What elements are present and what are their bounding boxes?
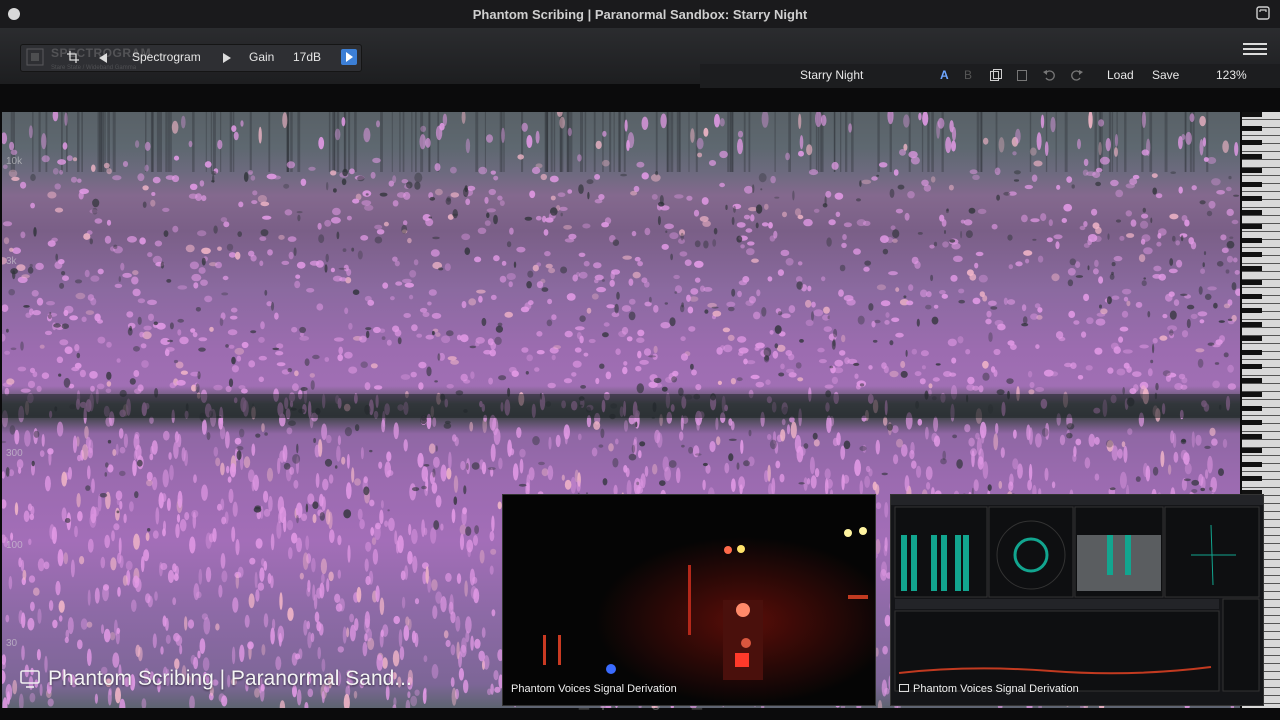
- window-icon: [20, 670, 40, 688]
- title-bar: Phantom Scribing | Paranormal Sandbox: S…: [0, 0, 1280, 29]
- zoom-level[interactable]: 123%: [1216, 68, 1247, 82]
- next-view-icon[interactable]: [223, 53, 231, 63]
- meter-window-label-text: Phantom Voices Signal Derivation: [913, 683, 1079, 695]
- crop-icon[interactable]: [67, 51, 79, 63]
- main-window-label-text: Phantom Scribing | Paranormal Sand...: [48, 667, 412, 690]
- meter-window-thumbnail[interactable]: Phantom Voices Signal Derivation: [890, 494, 1264, 706]
- redo-icon[interactable]: [1070, 69, 1083, 81]
- close-window-button[interactable]: [8, 8, 20, 20]
- freq-label-300: 300: [6, 448, 23, 459]
- preset-name[interactable]: Starry Night: [800, 68, 863, 82]
- hamburger-menu-icon[interactable]: [1243, 42, 1267, 56]
- freq-label-30: 30: [6, 638, 18, 649]
- copy-icon[interactable]: [990, 69, 1002, 81]
- meter-window-label: Phantom Voices Signal Derivation: [899, 683, 1079, 695]
- gain-label: Gain: [249, 50, 275, 64]
- previous-view-icon[interactable]: [99, 53, 107, 63]
- save-button[interactable]: Save: [1152, 68, 1179, 82]
- gain-value[interactable]: 17dB: [293, 50, 321, 64]
- display-panel: SPECTROGRAM Stare State / Wideband Gamma…: [20, 44, 362, 72]
- window-title: Phantom Scribing | Paranormal Sandbox: S…: [472, 6, 808, 22]
- camera-feed-label: Phantom Voices Signal Derivation: [511, 683, 677, 695]
- freq-label-3k: 3k: [6, 256, 17, 267]
- slot-b-button[interactable]: B: [964, 68, 972, 82]
- app-window: Phantom Scribing | Paranormal Sandbox: S…: [0, 0, 1280, 720]
- paste-icon[interactable]: [1016, 69, 1028, 81]
- separator-strip: [0, 88, 1280, 112]
- camera-feed-image: [503, 495, 875, 705]
- plugin-logo-icon: [26, 48, 44, 66]
- undo-icon[interactable]: [1043, 69, 1056, 81]
- freq-label-100: 100: [6, 540, 23, 551]
- play-button[interactable]: [341, 49, 357, 65]
- load-button[interactable]: Load: [1107, 68, 1134, 82]
- main-window-label: Phantom Scribing | Paranormal Sand...: [20, 667, 412, 691]
- play-icon: [346, 52, 353, 62]
- view-mode-label[interactable]: Spectrogram: [132, 50, 201, 64]
- window-icon: [899, 684, 909, 692]
- slot-a-button[interactable]: A: [940, 68, 949, 82]
- camera-feed-thumbnail[interactable]: Phantom Voices Signal Derivation: [502, 494, 876, 706]
- plugin-subtitle-ghost: Stare State / Wideband Gamma: [51, 65, 137, 71]
- fullscreen-icon[interactable]: [1256, 6, 1270, 20]
- meter-window-image: [891, 495, 1263, 692]
- freq-label-10k: 10k: [6, 156, 23, 167]
